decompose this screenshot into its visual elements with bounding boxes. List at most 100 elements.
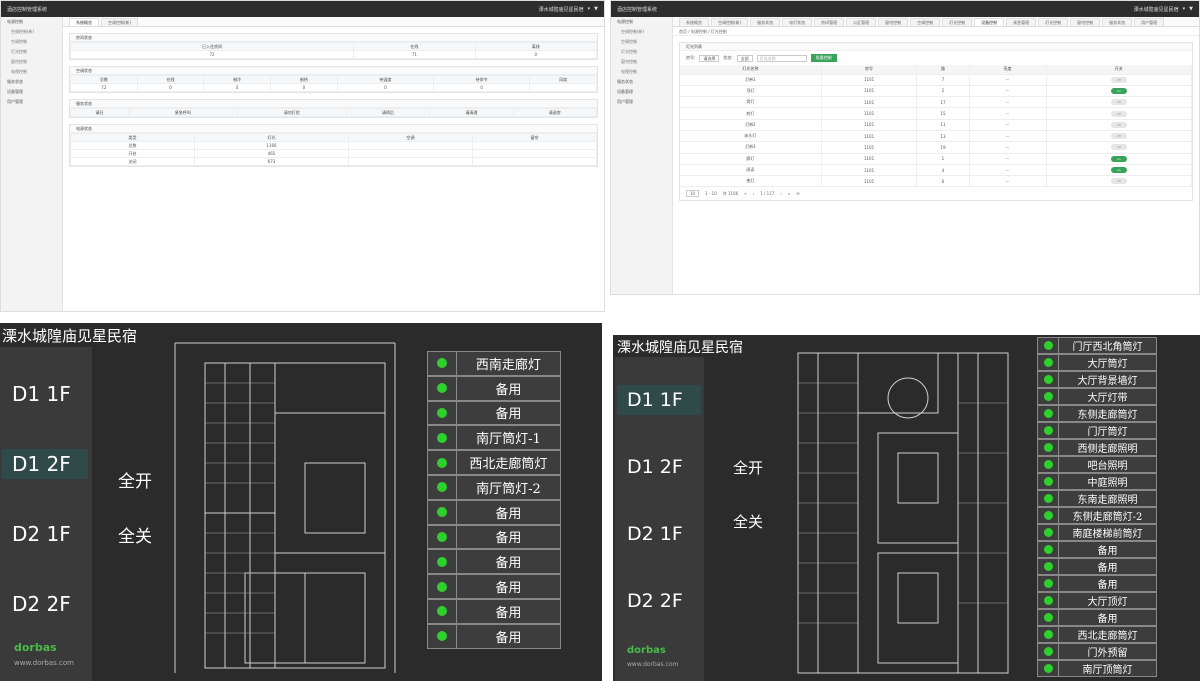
light-row[interactable]: 大厅顶灯 xyxy=(1037,592,1157,609)
light-row[interactable]: 备用 xyxy=(1037,558,1157,575)
light-status[interactable] xyxy=(1038,423,1059,438)
tab[interactable]: 用户管理 xyxy=(1134,18,1165,26)
floor-button[interactable]: D1 2F xyxy=(617,452,701,482)
light-toggle[interactable]: off xyxy=(1110,144,1127,151)
sidebar-item[interactable]: 灯光控制 xyxy=(611,47,672,57)
batch-control-button[interactable]: 批量控制 xyxy=(810,54,837,62)
sidebar-item[interactable]: 用户管理 xyxy=(611,97,672,107)
light-status[interactable] xyxy=(428,550,457,574)
light-status[interactable] xyxy=(428,475,457,499)
light-status[interactable] xyxy=(1038,542,1059,557)
breadcrumb-item[interactable]: 电源控制 xyxy=(691,29,707,34)
tab[interactable]: 空调控制(新) xyxy=(711,18,749,26)
user-name[interactable]: 溧水城隍庙见星民宿 xyxy=(1134,6,1179,13)
floor-button[interactable]: D2 1F xyxy=(2,519,88,549)
floor-button[interactable]: D2 2F xyxy=(617,586,701,616)
light-status[interactable] xyxy=(1038,389,1059,404)
light-status[interactable] xyxy=(1038,355,1059,370)
tab[interactable]: 服务状态 xyxy=(1102,18,1133,26)
sidebar-item[interactable]: 空调控制(新) xyxy=(1,27,62,37)
all-off-button[interactable]: 全关 xyxy=(733,511,763,532)
light-status[interactable] xyxy=(1038,406,1059,421)
light-row[interactable]: 门外预留 xyxy=(1037,643,1157,660)
light-toggle[interactable]: on xyxy=(1110,87,1127,94)
sidebar-item[interactable]: 窗帘控制 xyxy=(1,57,62,67)
sidebar-item[interactable]: 电视控制 xyxy=(611,67,672,77)
light-row[interactable]: 吧台照明 xyxy=(1037,456,1157,473)
light-row[interactable]: 南厅筒灯-2 xyxy=(427,474,561,500)
next-page-icon[interactable]: › xyxy=(780,191,782,196)
light-row[interactable]: 南厅筒灯-1 xyxy=(427,425,561,451)
sidebar-item[interactable]: 用户管理 xyxy=(1,97,62,107)
tab[interactable]: 系统概览 xyxy=(679,18,709,26)
light-row[interactable]: 大厅筒灯 xyxy=(1037,354,1157,371)
light-row[interactable]: 东南走廊照明 xyxy=(1037,490,1157,507)
last-page-icon[interactable]: » xyxy=(788,191,790,196)
light-row[interactable]: 备用 xyxy=(427,574,561,599)
tab[interactable]: 空调控制(新) xyxy=(101,18,139,26)
tab[interactable]: 窗帘控制 xyxy=(1070,18,1101,26)
light-status[interactable] xyxy=(1038,593,1059,608)
sidebar-item[interactable]: 灯光控制 xyxy=(1,47,62,57)
tab[interactable]: 服务状态 xyxy=(750,18,781,26)
chevron-down-icon[interactable]: ▾ xyxy=(1183,6,1186,12)
first-page-icon[interactable]: « xyxy=(744,191,746,196)
light-toggle[interactable]: off xyxy=(1110,99,1127,106)
light-status[interactable] xyxy=(1038,525,1059,540)
sidebar-item[interactable]: 电源控制 xyxy=(1,17,62,27)
room-select[interactable]: 请选择 xyxy=(699,54,720,62)
light-row[interactable]: 大厅灯带 xyxy=(1037,388,1157,405)
prev-page-icon[interactable]: ‹ xyxy=(753,191,755,196)
all-off-button[interactable]: 全关 xyxy=(118,522,152,547)
light-status[interactable] xyxy=(1038,508,1059,523)
all-on-button[interactable]: 全开 xyxy=(733,457,763,478)
light-row[interactable]: 备用 xyxy=(427,375,561,401)
light-status[interactable] xyxy=(428,352,457,375)
sidebar-item[interactable]: 服务状态 xyxy=(611,77,672,87)
light-row[interactable]: 中庭照明 xyxy=(1037,473,1157,490)
light-toggle[interactable]: off xyxy=(1110,178,1127,185)
light-row[interactable]: 大厅背景墙灯 xyxy=(1037,371,1157,388)
light-row[interactable]: 西北走廊筒灯 xyxy=(1037,626,1157,643)
light-status[interactable] xyxy=(1038,559,1059,574)
tab[interactable]: 电灯状态 xyxy=(782,18,813,26)
light-toggle[interactable]: off xyxy=(1110,76,1127,83)
tab[interactable]: 空调控制 xyxy=(910,18,941,26)
light-status[interactable] xyxy=(1038,661,1059,676)
sidebar-item[interactable]: 电源控制 xyxy=(611,17,672,27)
floor-button[interactable]: D1 2F xyxy=(2,449,88,479)
light-status[interactable] xyxy=(1038,644,1059,659)
light-status[interactable] xyxy=(428,401,457,425)
light-status[interactable] xyxy=(428,426,457,450)
tab[interactable]: 灯光控制 xyxy=(942,18,973,26)
tab[interactable]: 设备控制 xyxy=(974,18,1005,26)
light-row[interactable]: 备用 xyxy=(1037,575,1157,592)
light-status[interactable] xyxy=(428,575,457,598)
light-status[interactable] xyxy=(428,624,457,648)
light-row[interactable]: 备用 xyxy=(427,524,561,550)
tab[interactable]: 灯光控制 xyxy=(1038,18,1069,26)
floor-button[interactable]: D2 1F xyxy=(617,519,701,549)
light-row[interactable]: 西侧走廊照明 xyxy=(1037,439,1157,456)
light-status[interactable] xyxy=(1038,372,1059,387)
user-name[interactable]: 溧水城隍庙见星民宿 xyxy=(539,6,584,13)
tab[interactable]: 紧急管理 xyxy=(1006,18,1037,26)
refresh-icon[interactable]: ⟳ xyxy=(796,191,799,196)
light-status[interactable] xyxy=(428,599,457,623)
light-row[interactable]: 东侧走廊筒灯-2 xyxy=(1037,507,1157,524)
light-toggle[interactable]: off xyxy=(1110,110,1127,117)
breadcrumb-item[interactable]: 灯光控制 xyxy=(711,29,727,34)
floor-button[interactable]: D1 1F xyxy=(617,385,701,415)
light-status[interactable] xyxy=(428,376,457,400)
light-row[interactable]: 备用 xyxy=(427,598,561,624)
sidebar-item[interactable]: 窗帘控制 xyxy=(611,57,672,67)
light-status[interactable] xyxy=(1038,440,1059,455)
status-select[interactable]: 全部 xyxy=(736,54,753,62)
light-toggle[interactable]: on xyxy=(1110,167,1127,174)
sidebar-item[interactable]: 空调控制 xyxy=(611,37,672,47)
sidebar-item[interactable]: 设备管理 xyxy=(1,87,62,97)
sidebar-item[interactable]: 空调控制 xyxy=(1,37,62,47)
light-status[interactable] xyxy=(1038,491,1059,506)
filter-icon[interactable]: ▼ xyxy=(594,6,598,12)
light-row[interactable]: 东侧走廊筒灯 xyxy=(1037,405,1157,422)
